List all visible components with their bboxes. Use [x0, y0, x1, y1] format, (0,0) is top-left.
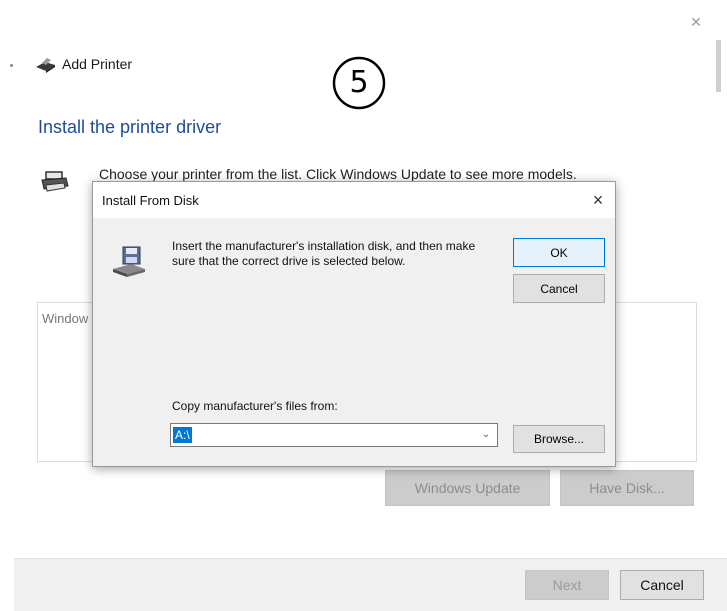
windows-update-button[interactable]: Windows Update — [385, 470, 550, 506]
dialog-cancel-button[interactable]: Cancel — [513, 274, 605, 303]
path-input[interactable]: A:\ — [173, 427, 192, 443]
cancel-button[interactable]: Cancel — [620, 570, 704, 600]
dialog-title: Install From Disk — [102, 193, 199, 208]
ok-button[interactable]: OK — [513, 238, 605, 267]
scrollbar-thumb[interactable] — [716, 40, 721, 92]
dialog-message: Insert the manufacturer's installation d… — [172, 239, 476, 268]
instruction-text: Choose your printer from the list. Click… — [99, 166, 577, 182]
dialog-close-button[interactable]: × — [587, 189, 609, 211]
printer-icon — [41, 171, 69, 192]
have-disk-button[interactable]: Have Disk... — [560, 470, 694, 506]
printer-icon — [36, 58, 55, 73]
install-from-disk-dialog: Install From Disk × Insert the manufactu… — [92, 181, 616, 467]
dialog-titlebar[interactable]: Install From Disk × — [93, 182, 615, 218]
step-number: 5 — [349, 65, 369, 100]
path-combobox[interactable]: A:\ ⌄ — [170, 423, 498, 447]
floppy-disk-icon — [113, 246, 145, 277]
wizard-title: Add Printer — [62, 56, 133, 72]
add-printer-window: × Add Printer 5 Install the printer driv… — [0, 0, 727, 611]
browse-button[interactable]: Browse... — [513, 425, 605, 453]
copy-from-label: Copy manufacturer's files from: — [172, 399, 338, 413]
step-number-badge: 5 — [331, 55, 387, 111]
list-item[interactable]: Window — [42, 311, 88, 326]
chevron-down-icon[interactable]: ⌄ — [477, 426, 495, 444]
back-arrow-icon[interactable] — [10, 64, 13, 67]
wizard-close-button[interactable]: × — [688, 13, 704, 31]
page-heading: Install the printer driver — [38, 117, 222, 137]
next-button[interactable]: Next — [525, 570, 609, 600]
